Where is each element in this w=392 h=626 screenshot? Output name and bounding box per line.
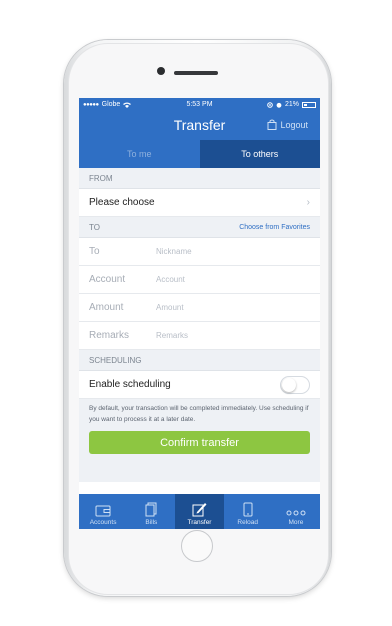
confirm-transfer-button[interactable]: Confirm transfer bbox=[89, 431, 310, 454]
tab-accounts[interactable]: Accounts bbox=[79, 494, 127, 529]
scheduling-label: Enable scheduling bbox=[89, 379, 171, 390]
tab-reload-label: Reload bbox=[237, 519, 259, 526]
nav-header: Transfer Logout bbox=[79, 111, 320, 140]
amount-field[interactable]: Amount Amount bbox=[79, 294, 320, 322]
account-field-label: Account bbox=[89, 274, 126, 285]
transfer-type-segment: To me To others bbox=[79, 140, 320, 168]
scheduling-note: By default, your transaction will be com… bbox=[79, 399, 320, 429]
tab-accounts-label: Accounts bbox=[89, 519, 117, 526]
logout-bag-icon bbox=[267, 119, 277, 130]
remarks-field-label: Remarks bbox=[89, 330, 130, 341]
home-button[interactable] bbox=[181, 530, 213, 562]
tab-transfer-label: Transfer bbox=[187, 519, 212, 526]
tab-bills[interactable]: Bills bbox=[127, 494, 175, 529]
bills-icon bbox=[145, 502, 157, 517]
account-field[interactable]: Account Account bbox=[79, 266, 320, 294]
logout-button[interactable]: Logout bbox=[267, 119, 308, 130]
amount-placeholder: Amount bbox=[156, 303, 184, 312]
segment-to-me[interactable]: To me bbox=[79, 140, 200, 168]
toggle-knob bbox=[282, 377, 296, 392]
amount-field-label: Amount bbox=[89, 302, 124, 313]
to-nickname-field[interactable]: To Nickname bbox=[79, 238, 320, 266]
from-account-selector[interactable]: Please choose › bbox=[79, 189, 320, 217]
from-section-header: FROM bbox=[79, 168, 320, 189]
tab-more-label: More bbox=[288, 519, 304, 526]
battery-icon bbox=[302, 101, 316, 108]
scheduling-toggle[interactable] bbox=[280, 375, 310, 394]
tab-reload[interactable]: Reload bbox=[224, 494, 272, 529]
phone-icon bbox=[243, 502, 253, 517]
account-placeholder: Account bbox=[156, 275, 185, 284]
remarks-placeholder: Remarks bbox=[156, 331, 189, 340]
scheduling-section-label: SCHEDULING bbox=[89, 355, 142, 365]
status-bar: ●●●●● Globe 5:53 PM 21% bbox=[79, 98, 320, 111]
from-account-value: Please choose bbox=[89, 197, 155, 208]
scheduling-row: Enable scheduling bbox=[79, 371, 320, 399]
remarks-field[interactable]: Remarks Remarks bbox=[79, 322, 320, 350]
choose-favorites-link[interactable]: Choose from Favorites bbox=[239, 224, 310, 231]
tab-bar: Accounts Bills Transfer Reload More bbox=[79, 494, 320, 529]
to-field-label: To bbox=[89, 246, 100, 257]
chevron-right-icon: › bbox=[306, 197, 310, 208]
more-icon bbox=[286, 510, 306, 516]
tab-transfer[interactable]: Transfer bbox=[175, 494, 224, 529]
tab-more[interactable]: More bbox=[272, 494, 320, 529]
from-section-label: FROM bbox=[89, 173, 113, 183]
logout-label: Logout bbox=[280, 119, 308, 130]
app-screen: ●●●●● Globe 5:53 PM 21% Transfer Logout … bbox=[79, 98, 320, 529]
nickname-placeholder: Nickname bbox=[156, 247, 192, 256]
transfer-icon bbox=[192, 503, 207, 517]
front-camera bbox=[157, 67, 165, 75]
to-section-header: TO Choose from Favorites bbox=[79, 217, 320, 238]
wallet-icon bbox=[95, 505, 111, 517]
tab-bills-label: Bills bbox=[145, 519, 158, 526]
to-section-label: TO bbox=[89, 222, 100, 232]
status-time: 5:53 PM bbox=[186, 101, 213, 108]
earpiece-speaker bbox=[174, 71, 218, 75]
scheduling-section-header: SCHEDULING bbox=[79, 350, 320, 371]
confirm-area: Confirm transfer bbox=[79, 429, 320, 482]
segment-to-others[interactable]: To others bbox=[199, 140, 320, 168]
